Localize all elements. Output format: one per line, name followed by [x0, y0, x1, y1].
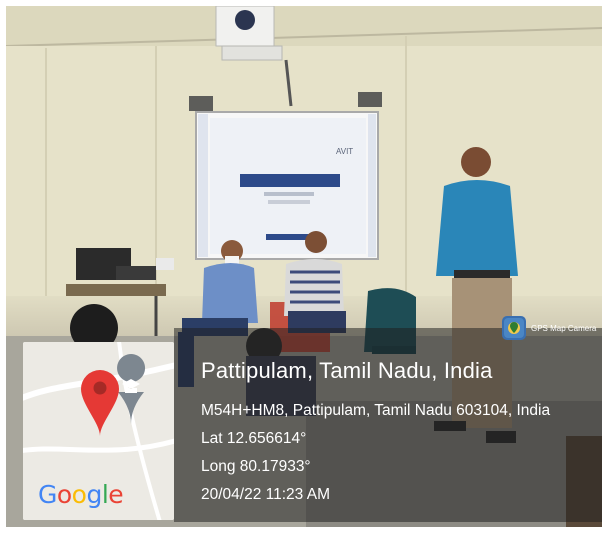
app-badge: GPS Map Camera [502, 315, 596, 341]
address-line: M54H+HM8, Pattipulam, Tamil Nadu 603104,… [201, 402, 551, 419]
place-name: Pattipulam, Tamil Nadu, India [201, 358, 493, 383]
google-letter: G [38, 480, 57, 509]
gps-map-camera-icon [502, 316, 526, 340]
google-letter: o [71, 480, 87, 509]
google-letter: o [56, 480, 72, 509]
datetime-text: 20/04/22 11:23 AM [201, 486, 330, 503]
google-letter: e [108, 480, 124, 509]
latitude-text: Lat 12.656614° [201, 430, 307, 447]
google-logo: Google [38, 480, 124, 509]
longitude-text: Long 80.17933° [201, 458, 311, 475]
app-badge-label: GPS Map Camera [531, 323, 597, 333]
screen-heading: AVIT [336, 147, 353, 156]
photo: AVIT Google Pattipulam, Tamil Nadu, Indi… [6, 6, 602, 527]
map-thumbnail: Google [23, 342, 174, 520]
google-letter: g [86, 480, 102, 509]
